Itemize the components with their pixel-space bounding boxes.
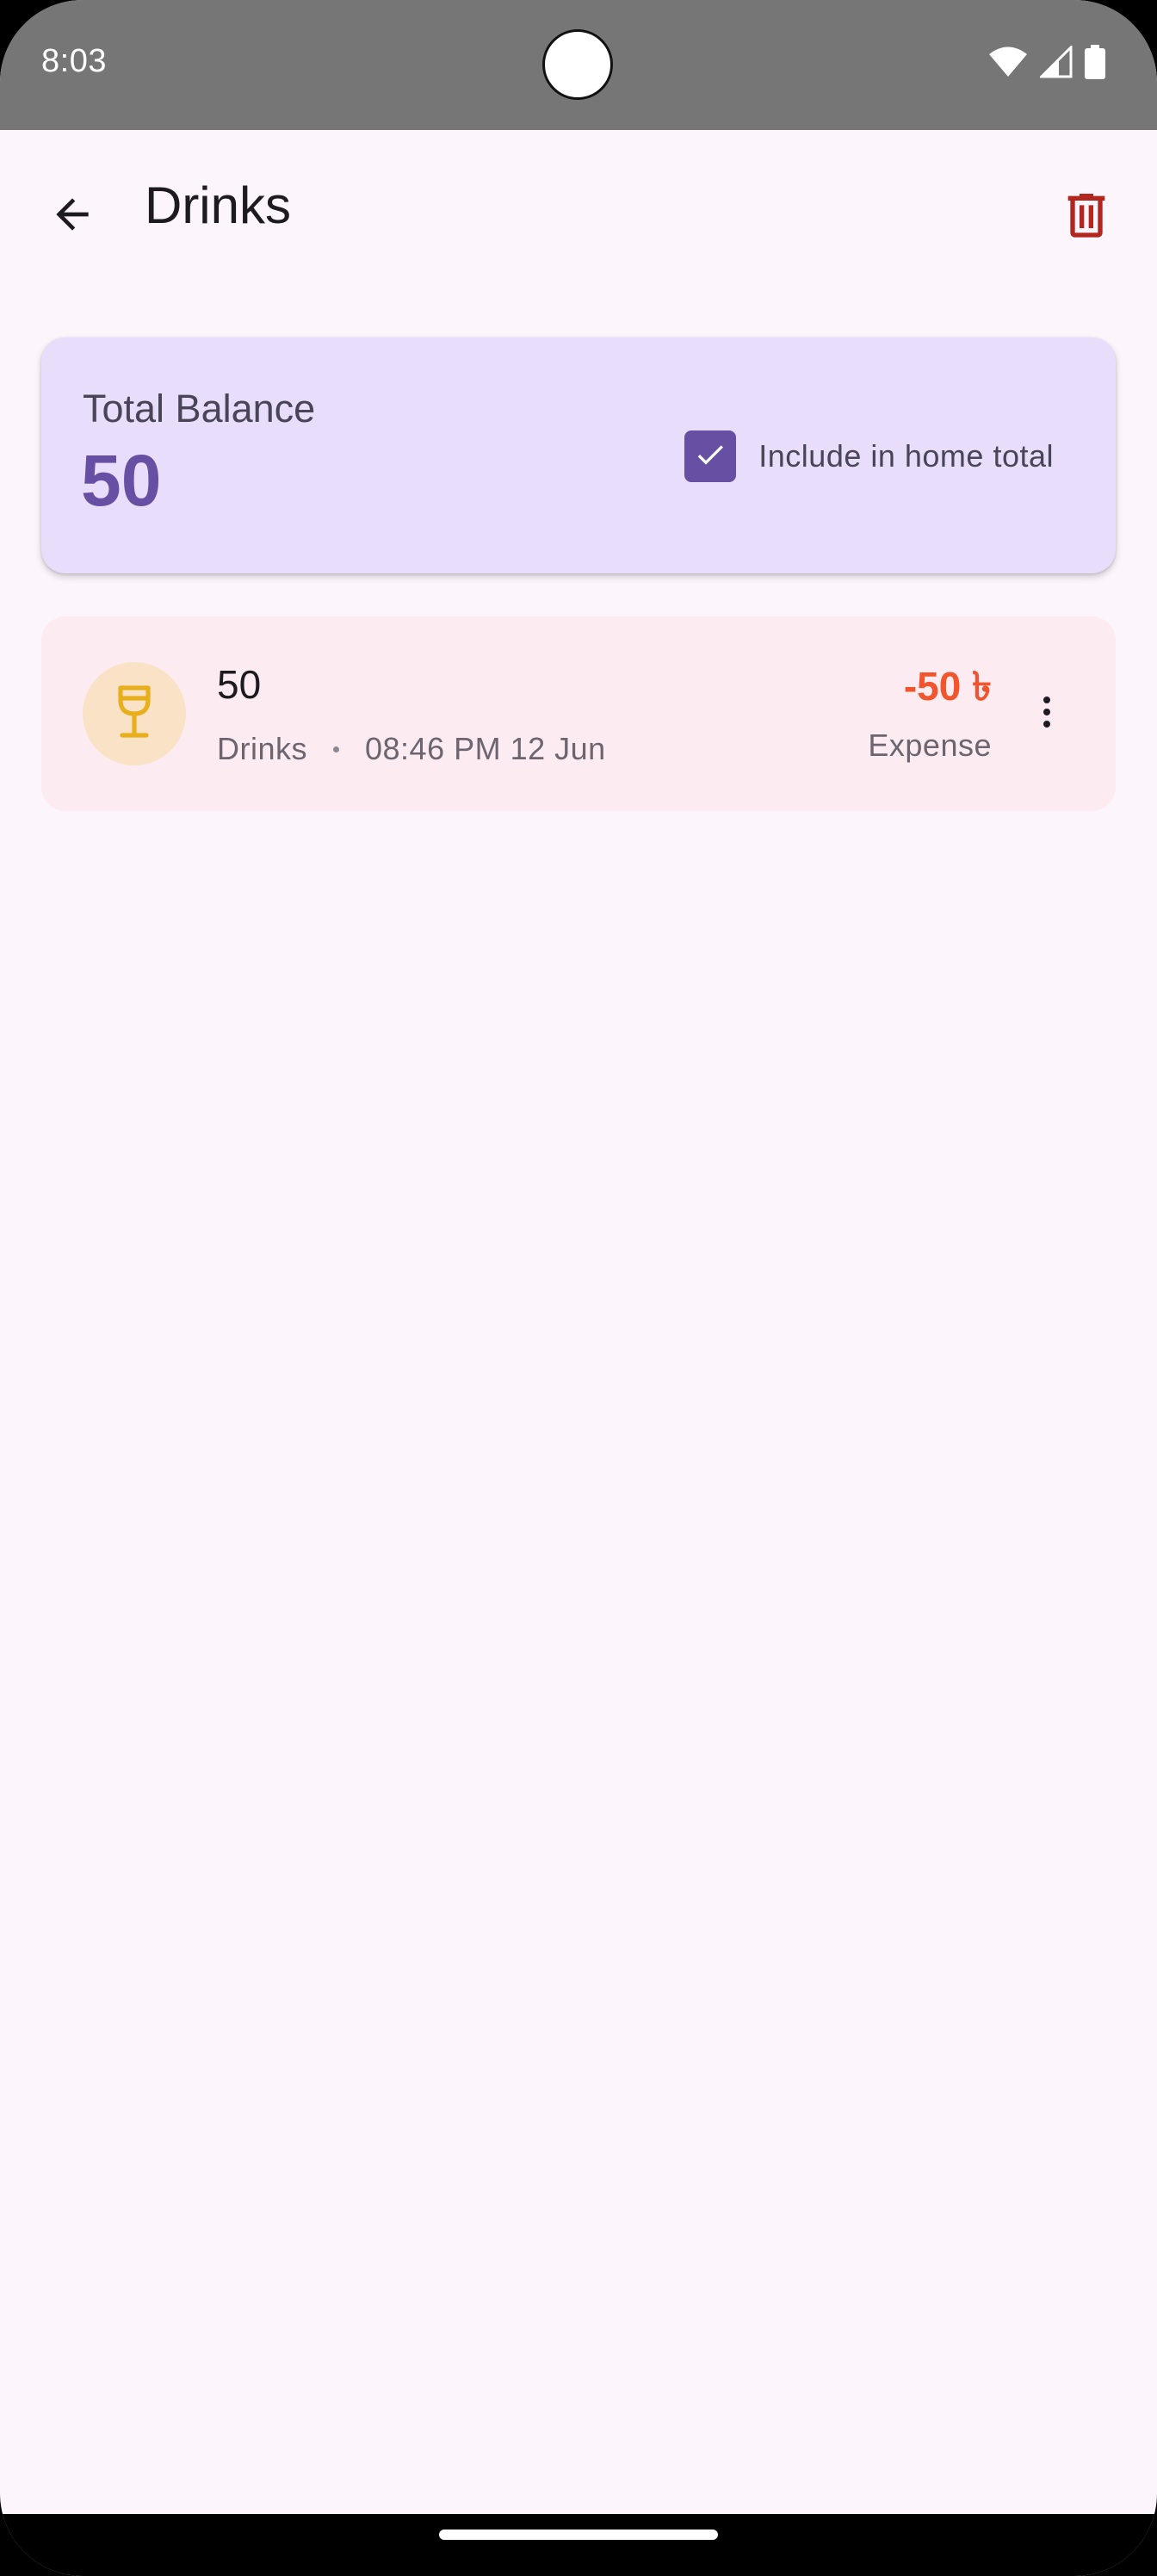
status-time: 8:03 (41, 43, 107, 79)
app-screen: 8:03 Drinks Total Balance 50 Include in … (0, 0, 1157, 2576)
status-bar: 8:03 (0, 0, 1157, 130)
home-gesture-handle[interactable] (439, 2530, 718, 2540)
back-button[interactable] (31, 175, 114, 257)
more-options-button[interactable] (1009, 676, 1085, 752)
transaction-amount: -50 ৳ (903, 664, 992, 709)
check-icon (693, 437, 727, 476)
transaction-item[interactable]: 50 Drinks 08:46 PM 12 Jun -50 ৳ Expense (41, 616, 1116, 811)
include-label: Include in home total (758, 438, 1054, 474)
transaction-datetime: 08:46 PM 12 Jun (365, 731, 606, 766)
wine-glass-icon (110, 684, 158, 744)
arrow-back-icon (48, 190, 96, 243)
transaction-meta: Drinks 08:46 PM 12 Jun (217, 734, 606, 765)
balance-value: 50 (81, 440, 162, 521)
navigation-bar (0, 2514, 1157, 2576)
balance-label: Total Balance (83, 387, 316, 430)
balance-card: Total Balance 50 Include in home total (41, 337, 1116, 573)
separator-dot (333, 746, 340, 752)
transaction-title: 50 (217, 662, 262, 707)
battery-icon (1085, 45, 1105, 79)
status-icons (988, 45, 1105, 79)
include-in-home-total-toggle[interactable]: Include in home total (684, 430, 1054, 482)
more-vertical-icon (1026, 691, 1067, 737)
wifi-icon (988, 46, 1028, 77)
page-title: Drinks (145, 176, 292, 234)
transaction-avatar (83, 662, 186, 765)
cellular-signal-icon (1040, 46, 1073, 78)
include-checkbox[interactable] (684, 430, 737, 482)
trash-icon (1059, 187, 1114, 246)
camera-cutout (542, 29, 613, 100)
top-app-bar: Drinks (0, 130, 1157, 294)
delete-button[interactable] (1045, 175, 1128, 257)
transaction-type: Expense (868, 728, 992, 763)
transaction-category: Drinks (217, 731, 308, 766)
